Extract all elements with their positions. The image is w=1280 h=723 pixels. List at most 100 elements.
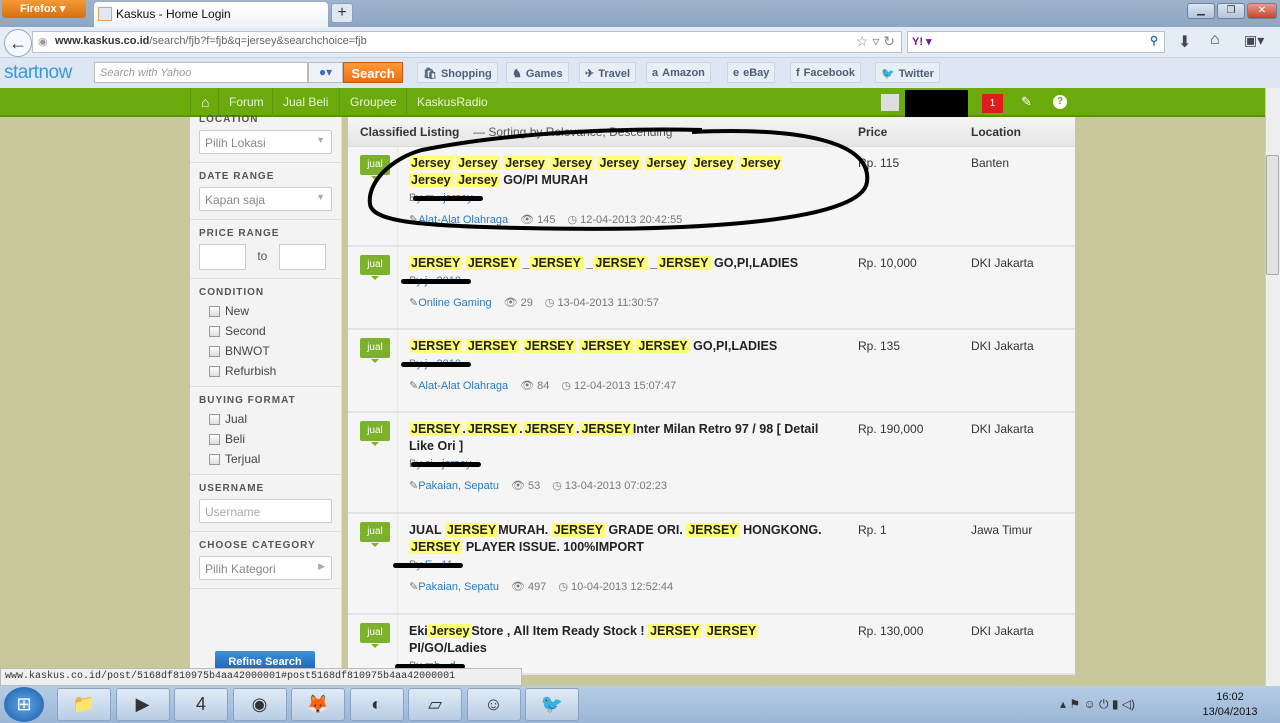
back-button[interactable]: ← — [4, 29, 32, 57]
search-icon[interactable]: ⚲ — [1150, 34, 1158, 47]
chrome-icon[interactable]: ◉ — [232, 688, 287, 721]
listing-title-link[interactable]: JERSEY JERSEY _ JERSEY _ JERSEY _ JERSEY GO… — [409, 255, 829, 272]
keyword-highlight: JERSEY — [522, 422, 576, 436]
ebay-icon: e — [733, 67, 740, 79]
listing-title-link[interactable]: JERSEY JERSEY JERSEY JERSEY JERSEY GO,PI… — [409, 338, 829, 355]
checkbox-new[interactable]: New — [209, 304, 332, 318]
checkbox-label: New — [225, 304, 250, 318]
checkbox-terjual[interactable]: Terjual — [209, 452, 332, 466]
search-provider-icon[interactable]: ●▾ — [308, 62, 343, 83]
location-column-header[interactable]: Location — [971, 125, 1021, 139]
restore-button[interactable]: ❐ — [1217, 3, 1245, 19]
bookmark-travel[interactable]: ✈ Travel — [579, 62, 637, 83]
checkbox-second[interactable]: Second — [209, 324, 332, 338]
checkbox-box[interactable] — [209, 433, 220, 445]
pencil-icon[interactable]: ✎ — [1021, 94, 1032, 110]
title-text: _ — [519, 256, 530, 270]
checkbox-beli[interactable]: Beli — [209, 432, 332, 446]
bookmark-facebook[interactable]: f Facebook — [790, 62, 862, 83]
home-icon[interactable]: ⌂ — [190, 88, 219, 117]
system-clock[interactable]: 16:02 13/04/2013 — [1200, 690, 1260, 720]
url-path: /search/fjb?f=fjb&q=jersey&searchchoice=… — [149, 35, 367, 47]
clock-icon: ◷ — [552, 480, 565, 492]
nav-groupee[interactable]: Groupee — [339, 88, 407, 117]
bookmark-label: Twitter — [898, 68, 934, 80]
avatar[interactable] — [881, 94, 899, 111]
tag-icon: ✎ — [409, 581, 419, 593]
bookmark-star-icon[interactable]: ☆ ▿ ↻ — [856, 33, 895, 50]
checkbox-label: BNWOT — [225, 344, 270, 358]
bookmark-shopping[interactable]: 🛍 Shopping — [417, 62, 498, 83]
price-min-input[interactable] — [199, 244, 246, 270]
minimize-button[interactable]: ▁ — [1187, 3, 1215, 19]
twitter-icon[interactable]: 🐦 — [525, 688, 579, 721]
checkbox-box[interactable] — [209, 305, 220, 317]
checkbox-box[interactable] — [209, 413, 220, 425]
search-button[interactable]: Search — [343, 62, 403, 83]
username-label: USERNAME — [199, 483, 265, 494]
category-link[interactable]: Pakaian, Sepatu — [418, 480, 499, 492]
scrollbar-thumb[interactable] — [1266, 155, 1279, 275]
bookmark-games[interactable]: ♞ Games — [506, 62, 569, 83]
checkbox-jual[interactable]: Jual — [209, 412, 332, 426]
price-max-input[interactable] — [278, 244, 326, 270]
chevron-down-icon: ▼ — [316, 135, 325, 145]
checkbox-box[interactable] — [209, 325, 220, 337]
bookmark-twitter[interactable]: 🐦 Twitter — [875, 62, 940, 83]
category-link[interactable]: Alat-Alat Olahraga — [418, 380, 508, 392]
browser-search-box[interactable]: Y! ▾ ⚲ — [907, 31, 1165, 53]
title-text: GRADE ORI. — [605, 523, 687, 537]
checkbox-refurbish[interactable]: Refurbish — [209, 364, 332, 378]
new-tab-button[interactable]: + — [331, 3, 353, 23]
home-icon[interactable]: ⌂ — [1210, 31, 1220, 49]
plane-icon: ✈ — [585, 68, 595, 80]
bookmark-ebay[interactable]: e eBay — [727, 62, 776, 83]
keyword-highlight: JERSEY — [636, 339, 690, 353]
windows-start-button[interactable]: ⊞ — [4, 687, 44, 722]
url-bar[interactable]: ◉ www.kaskus.co.id/search/fjb?f=fjb&q=jer… — [32, 31, 902, 53]
bookmarks-menu-icon[interactable]: ▣▾ — [1244, 32, 1264, 49]
nav-jual-beli[interactable]: Jual Beli — [272, 88, 338, 117]
tab-kaskus[interactable]: Kaskus - Home Login — [94, 2, 328, 27]
nav-forum[interactable]: Forum — [218, 88, 274, 117]
jual-badge: jual — [360, 338, 390, 363]
category-link[interactable]: Pakaian, Sepatu — [418, 581, 499, 593]
app-red-icon[interactable]: ◐ — [349, 688, 404, 721]
listing-title-link[interactable]: JERSEY. JERSEY. JERSEY. JERSEY Inter Milan R… — [409, 421, 829, 455]
listing-price: Rp. 135 — [858, 339, 901, 353]
yahoo-search-input[interactable]: Search with Yahoo — [94, 62, 308, 83]
close-window-button[interactable]: ✕ — [1247, 3, 1277, 19]
firefox-menu-button[interactable]: Firefox ▾ — [2, 0, 86, 18]
checkbox-box[interactable] — [209, 365, 220, 377]
yahoo-messenger-icon[interactable]: ☺ — [466, 688, 521, 721]
post-date: 13-04-2013 07:02:23 — [564, 480, 668, 492]
checkbox-bnwot[interactable]: BNWOT — [209, 344, 332, 358]
listing-title-link[interactable]: JUAL JERSEY MURAH. JERSEY GRADE ORI. JERS… — [409, 522, 829, 556]
listing-location: DKI Jakarta — [971, 339, 1034, 353]
app-4-icon[interactable]: 4 — [174, 688, 228, 721]
location-select[interactable]: Pilih Lokasi ▼ — [199, 130, 332, 154]
row-side: jual — [348, 615, 398, 673]
media-player-icon[interactable]: ▶ — [115, 688, 170, 721]
checkbox-box[interactable] — [209, 345, 220, 357]
help-icon[interactable]: ? — [1053, 95, 1067, 109]
notification-badge[interactable]: 1 — [982, 94, 1003, 113]
file-explorer-icon[interactable]: 📁 — [57, 688, 111, 721]
firefox-icon[interactable]: 🦊 — [291, 688, 345, 721]
username-input[interactable]: Username — [199, 499, 332, 523]
sticky-notes-icon[interactable]: ▱ — [408, 688, 462, 721]
keyword-highlight: Jersey — [427, 624, 472, 638]
date-range-select[interactable]: Kapan saja ▼ — [199, 187, 332, 211]
category-link[interactable]: Online Gaming — [418, 297, 491, 309]
listing-location: DKI Jakarta — [971, 256, 1034, 270]
post-date: 12-04-2013 15:07:47 — [574, 380, 677, 392]
bookmark-amazon[interactable]: a Amazon — [646, 62, 711, 83]
downloads-icon[interactable]: ⬇ — [1178, 32, 1191, 52]
amazon-icon: a — [652, 67, 659, 79]
nav-kaskusradio[interactable]: KaskusRadio — [406, 88, 498, 117]
listing-title-link[interactable]: Eki Jersey Store , All Item Ready Stock ! … — [409, 623, 829, 657]
tray-icons[interactable]: ▴ ⚑ ☺ ⏻ ▮ ◁) — [1060, 697, 1135, 712]
listing-row: jual Eki Jersey Store , All Item Ready Stoc… — [348, 615, 1075, 675]
category-select[interactable]: Pilih Kategori ▶ — [199, 556, 332, 580]
checkbox-box[interactable] — [209, 453, 220, 465]
